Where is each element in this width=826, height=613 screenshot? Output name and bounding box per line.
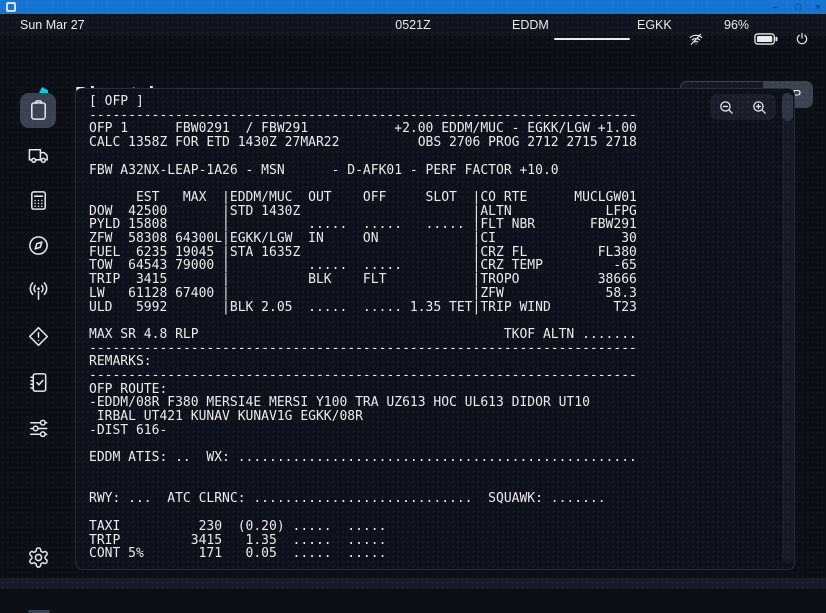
ofp-text: [ OFP ] --------------------------------… — [89, 95, 637, 561]
sidebar-item-checklists[interactable] — [20, 365, 56, 400]
sliders-icon — [27, 416, 50, 439]
app-header: Dispatch Overview OFP — [0, 36, 826, 84]
gear-icon — [27, 546, 50, 569]
flight-destination: EGKK — [637, 14, 672, 36]
status-bar: Sun Mar 27 0521Z EDDM EGKK 96% — [0, 14, 826, 36]
flight-origin: EDDM — [512, 14, 549, 36]
sidebar-item-atc[interactable] — [20, 274, 56, 309]
alert-diamond-icon — [27, 325, 50, 348]
sidebar-item-performance[interactable] — [20, 183, 56, 218]
os-titlebar: – □ × — [0, 0, 826, 14]
notebook-check-icon — [27, 371, 50, 394]
app-window-icon — [6, 2, 16, 12]
bottom-strip — [0, 578, 826, 589]
sidebar-item-settings[interactable] — [20, 540, 56, 575]
sidebar-item-navigation[interactable] — [20, 228, 56, 263]
window-close-button[interactable]: × — [809, 0, 826, 14]
battery-percent: 96% — [724, 14, 749, 36]
magnifier-plus-icon — [751, 99, 768, 116]
clipboard-icon — [27, 99, 50, 122]
status-utc-time: 0521Z — [395, 14, 430, 36]
sidebar-item-dispatch[interactable] — [20, 93, 56, 128]
zoom-out-button[interactable] — [716, 96, 738, 118]
scrollbar-thumb[interactable] — [782, 93, 793, 121]
sidebar-nav — [0, 84, 75, 589]
status-date: Sun Mar 27 — [20, 14, 85, 36]
sidebar-item-ground-services[interactable] — [20, 138, 56, 173]
window-maximize-button[interactable]: □ — [789, 0, 807, 14]
calculator-icon — [27, 189, 50, 212]
sidebar-item-presets[interactable] — [20, 410, 56, 445]
compass-icon — [27, 234, 50, 257]
antenna-icon — [27, 280, 50, 303]
ofp-document-panel: [ OFP ] --------------------------------… — [75, 88, 795, 570]
scrollbar-track[interactable] — [782, 93, 793, 563]
magnifier-minus-icon — [718, 99, 735, 116]
truck-icon — [27, 144, 50, 167]
zoom-controls — [710, 94, 776, 120]
zoom-in-button[interactable] — [749, 96, 771, 118]
sidebar-item-failures[interactable] — [20, 319, 56, 354]
window-minimize-button[interactable]: – — [766, 0, 784, 14]
